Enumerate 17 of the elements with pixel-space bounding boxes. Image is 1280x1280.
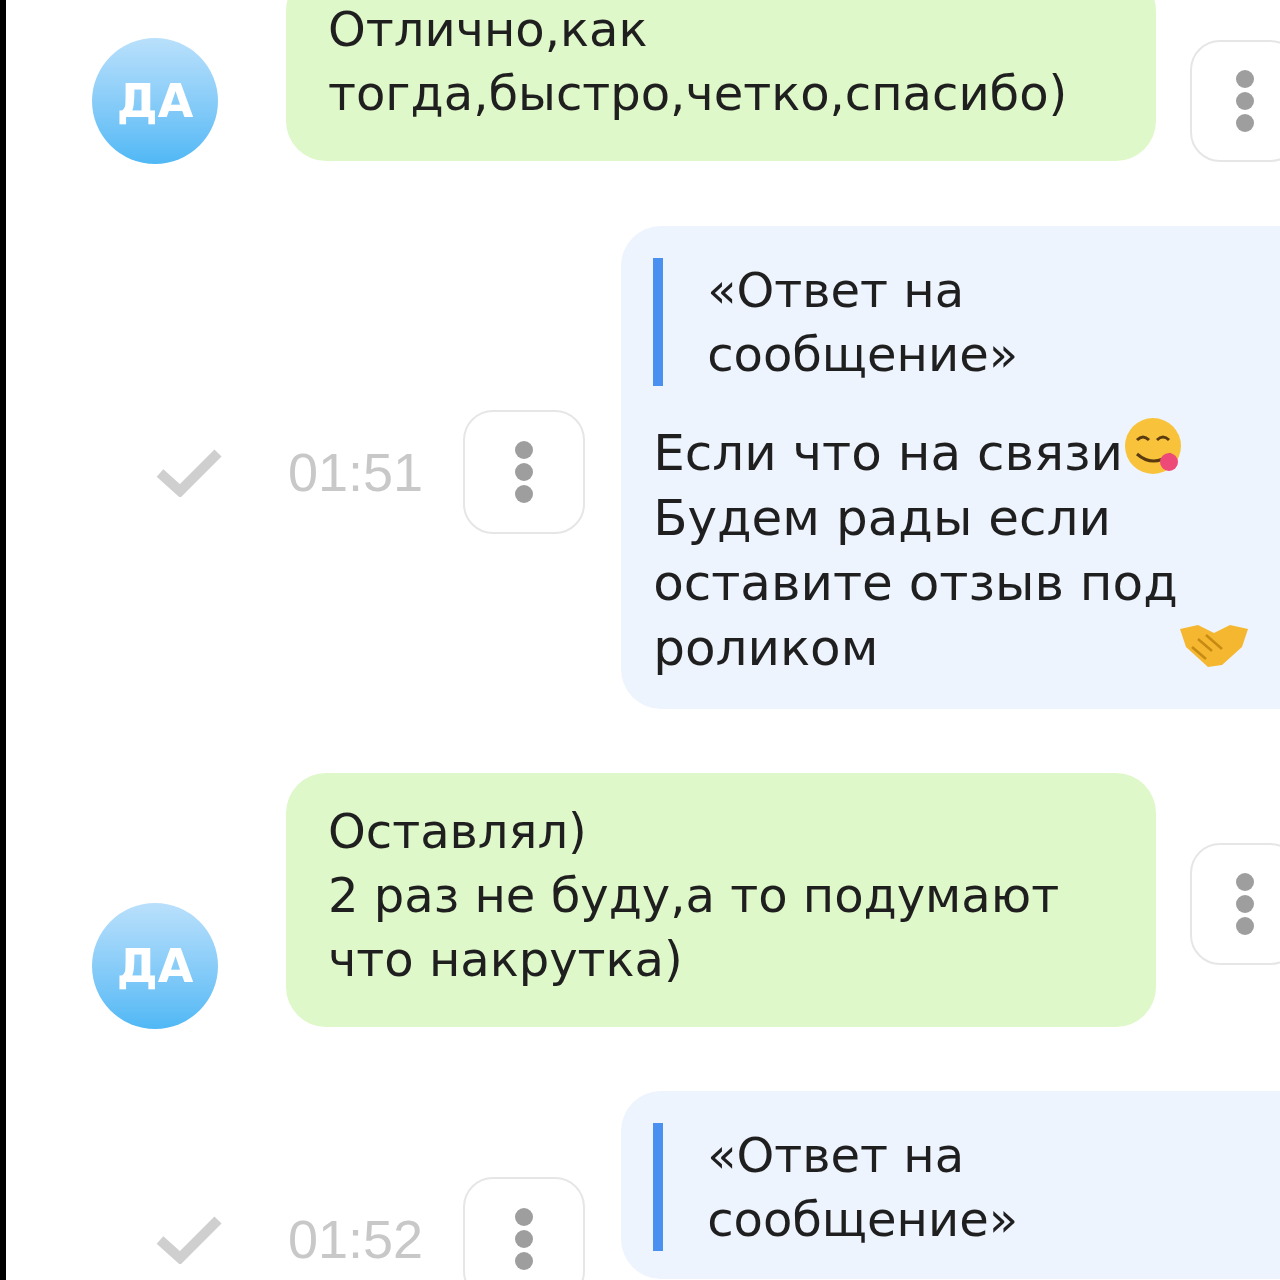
quoted-text: «Ответ на сообщение»	[707, 1126, 1019, 1249]
avatar: ДА	[92, 38, 218, 164]
more-icon	[513, 1207, 536, 1271]
more-icon	[513, 440, 536, 504]
message-text: Оставлял) 2 раз не буду,а то подумают что накрутка)	[328, 803, 1060, 987]
handshake-icon	[1177, 623, 1250, 669]
more-button[interactable]	[1190, 843, 1280, 965]
avatar: ДА	[92, 903, 218, 1029]
more-button[interactable]	[463, 410, 586, 534]
message-text: Будем рады если оставите отзыв под роликом	[653, 488, 1178, 679]
more-icon	[1234, 872, 1256, 936]
message-text: Отлично,как тогда,быстро,четко,спасибо)	[328, 1, 1068, 121]
more-button[interactable]	[463, 1177, 586, 1280]
more-button[interactable]	[1190, 40, 1280, 162]
quoted-text: «Ответ на сообщение»	[707, 261, 1019, 384]
more-icon	[1234, 69, 1256, 133]
message-text: Если что на связи	[653, 423, 1124, 484]
